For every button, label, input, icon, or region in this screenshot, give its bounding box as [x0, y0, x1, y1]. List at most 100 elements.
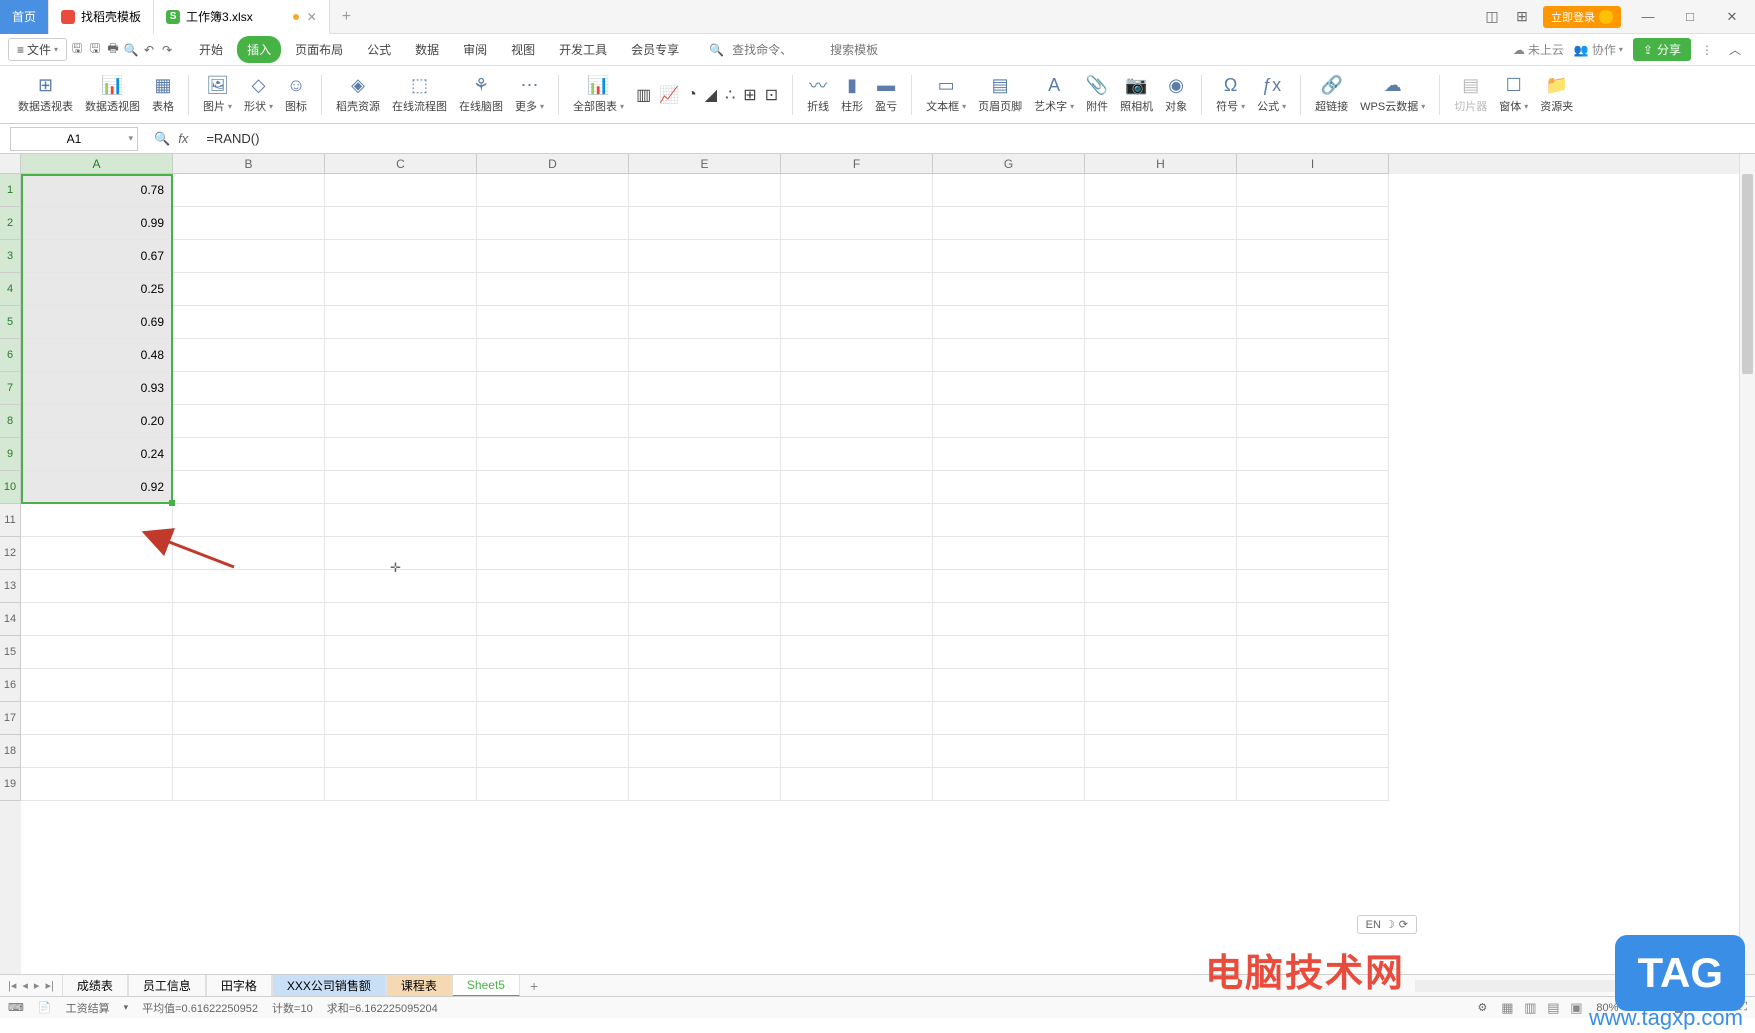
file-menu-button[interactable]: 文件 ▾	[8, 38, 67, 61]
view-page-button[interactable]: ▥	[1520, 1000, 1540, 1016]
cell-G9[interactable]	[933, 438, 1085, 471]
tab-dev-tools[interactable]: 开发工具	[549, 36, 617, 63]
select-all-corner[interactable]	[0, 154, 21, 174]
cell-E1[interactable]	[629, 174, 781, 207]
zoom-formula-icon[interactable]: 🔍	[154, 131, 170, 147]
cell-D12[interactable]	[477, 537, 629, 570]
command-search-input[interactable]	[732, 43, 822, 57]
resource-folder-button[interactable]: 📁资源夹	[1540, 75, 1573, 114]
cell-E15[interactable]	[629, 636, 781, 669]
picture-button[interactable]: 🖼图片	[203, 75, 232, 114]
cell-H12[interactable]	[1085, 537, 1237, 570]
docer-resource-button[interactable]: ◈稻壳资源	[336, 75, 380, 114]
cell-C4[interactable]	[325, 273, 477, 306]
scatter-chart-icon[interactable]: ∴	[725, 85, 735, 105]
col-header-d[interactable]: D	[477, 154, 629, 174]
header-footer-button[interactable]: ▤页眉页脚	[978, 75, 1022, 114]
row-header-2[interactable]: 2	[0, 207, 21, 240]
text-box-button[interactable]: ▭文本框	[926, 75, 966, 114]
sparkline-line-button[interactable]: 〰折线	[807, 75, 829, 114]
cell-E6[interactable]	[629, 339, 781, 372]
cell-A8[interactable]: 0.20	[21, 405, 173, 438]
cell-A13[interactable]	[21, 570, 173, 603]
close-tab-icon[interactable]: ✕	[307, 10, 317, 24]
sheet-nav-first[interactable]: |◂	[8, 979, 16, 992]
camera-button[interactable]: 📷照相机	[1120, 75, 1153, 114]
status-dropdown-icon[interactable]: ▾	[124, 1002, 129, 1013]
sparkline-winloss-button[interactable]: ▬盈亏	[875, 75, 897, 114]
row-header-5[interactable]: 5	[0, 306, 21, 339]
cell-G11[interactable]	[933, 504, 1085, 537]
cell-I19[interactable]	[1237, 768, 1389, 801]
cell-A3[interactable]: 0.67	[21, 240, 173, 273]
cell-F18[interactable]	[781, 735, 933, 768]
cell-G7[interactable]	[933, 372, 1085, 405]
cell-B3[interactable]	[173, 240, 325, 273]
cell-A6[interactable]: 0.48	[21, 339, 173, 372]
cell-C14[interactable]	[325, 603, 477, 636]
col-header-a[interactable]: A	[21, 154, 173, 174]
cell-I14[interactable]	[1237, 603, 1389, 636]
status-doc-icon[interactable]: 📄	[38, 1001, 52, 1014]
cell-B1[interactable]	[173, 174, 325, 207]
cell-B17[interactable]	[173, 702, 325, 735]
cell-C12[interactable]	[325, 537, 477, 570]
col-header-e[interactable]: E	[629, 154, 781, 174]
template-search-input[interactable]	[830, 43, 920, 57]
row-header-18[interactable]: 18	[0, 735, 21, 768]
cell-I15[interactable]	[1237, 636, 1389, 669]
symbol-button[interactable]: Ω符号	[1216, 75, 1245, 114]
cell-H17[interactable]	[1085, 702, 1237, 735]
cell-C5[interactable]	[325, 306, 477, 339]
cell-F10[interactable]	[781, 471, 933, 504]
cell-E11[interactable]	[629, 504, 781, 537]
cell-G8[interactable]	[933, 405, 1085, 438]
cell-F12[interactable]	[781, 537, 933, 570]
cell-H10[interactable]	[1085, 471, 1237, 504]
cell-F5[interactable]	[781, 306, 933, 339]
row-header-13[interactable]: 13	[0, 570, 21, 603]
cell-F14[interactable]	[781, 603, 933, 636]
cell-D15[interactable]	[477, 636, 629, 669]
online-mindmap-button[interactable]: ⚘在线脑图	[459, 75, 503, 114]
cell-H4[interactable]	[1085, 273, 1237, 306]
cell-D14[interactable]	[477, 603, 629, 636]
cell-D17[interactable]	[477, 702, 629, 735]
cell-E18[interactable]	[629, 735, 781, 768]
sheet-nav-last[interactable]: ▸|	[45, 979, 53, 992]
home-tab[interactable]: 首页	[0, 0, 49, 34]
cell-G17[interactable]	[933, 702, 1085, 735]
sheet-tab-employee[interactable]: 员工信息	[128, 975, 206, 997]
cell-D11[interactable]	[477, 504, 629, 537]
cell-H6[interactable]	[1085, 339, 1237, 372]
cell-A11[interactable]	[21, 504, 173, 537]
pivot-table-button[interactable]: ⊞数据透视表	[18, 75, 73, 114]
pivot-chart-button[interactable]: 📊数据透视图	[85, 75, 140, 114]
cell-G5[interactable]	[933, 306, 1085, 339]
cell-G19[interactable]	[933, 768, 1085, 801]
ime-badge[interactable]: EN ☽ ⟳	[1357, 915, 1417, 934]
cell-H11[interactable]	[1085, 504, 1237, 537]
cell-B9[interactable]	[173, 438, 325, 471]
cell-E3[interactable]	[629, 240, 781, 273]
cell-B10[interactable]	[173, 471, 325, 504]
collapse-ribbon-button[interactable]: ︿	[1723, 41, 1747, 58]
cell-H15[interactable]	[1085, 636, 1237, 669]
cell-B6[interactable]	[173, 339, 325, 372]
cell-H3[interactable]	[1085, 240, 1237, 273]
sheet-tab-grades[interactable]: 成绩表	[62, 975, 128, 997]
redo-icon[interactable]: ↷	[159, 42, 175, 58]
cell-E16[interactable]	[629, 669, 781, 702]
sheet-tab-sheet5[interactable]: Sheet5	[452, 975, 520, 997]
col-header-g[interactable]: G	[933, 154, 1085, 174]
cell-A17[interactable]	[21, 702, 173, 735]
cell-H9[interactable]	[1085, 438, 1237, 471]
cell-B19[interactable]	[173, 768, 325, 801]
cell-B5[interactable]	[173, 306, 325, 339]
template-tab[interactable]: 找稻壳模板	[49, 0, 154, 34]
status-settings-icon[interactable]: ⚙	[1478, 1001, 1488, 1014]
cell-E12[interactable]	[629, 537, 781, 570]
minimize-button[interactable]: —	[1633, 2, 1663, 32]
cell-C11[interactable]	[325, 504, 477, 537]
cell-F16[interactable]	[781, 669, 933, 702]
